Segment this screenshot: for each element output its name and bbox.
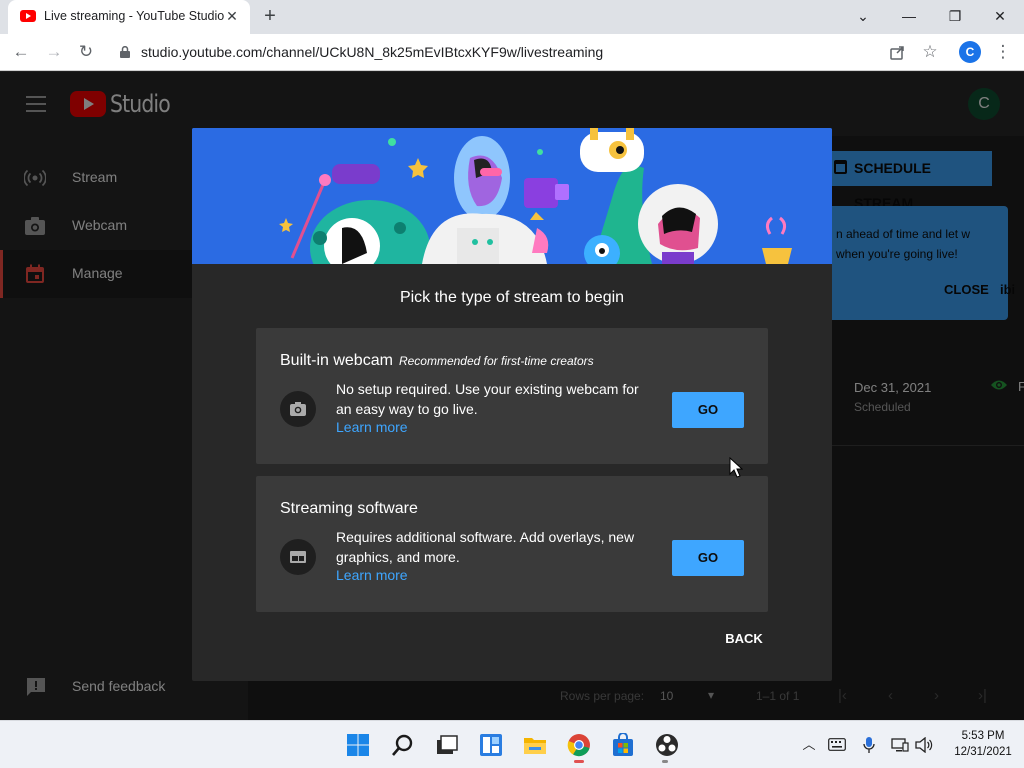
option-title: Built-in webcam Recommended for first-tim… <box>280 352 594 370</box>
option-card-webcam: Built-in webcam Recommended for first-tim… <box>256 328 768 464</box>
camera-icon <box>290 402 306 416</box>
mouse-cursor-icon <box>729 457 743 478</box>
start-icon[interactable] <box>346 733 370 757</box>
option-icon-circle <box>280 539 316 575</box>
obs-icon[interactable] <box>655 733 679 757</box>
tab-close-icon[interactable]: ✕ <box>222 6 242 26</box>
browser-tabstrip: Live streaming - YouTube Studio ✕ + ⌄ — … <box>0 0 1024 34</box>
running-indicator <box>574 760 584 763</box>
back-arrow-icon[interactable]: ← <box>8 39 34 65</box>
go-button-webcam[interactable]: GO <box>672 392 744 428</box>
address-bar[interactable]: studio.youtube.com/channel/UCkU8N_8k25mE… <box>141 44 603 60</box>
back-button[interactable]: BACK <box>712 628 776 650</box>
option-card-software: Streaming software Requires additional s… <box>256 476 768 612</box>
forward-arrow-icon[interactable]: → <box>41 39 67 65</box>
tab-search-icon[interactable]: ⌄ <box>848 4 878 28</box>
keyboard-icon[interactable] <box>828 738 846 751</box>
file-explorer-icon[interactable] <box>523 733 547 757</box>
dialog-banner-illustration <box>192 128 832 264</box>
running-indicator <box>662 760 668 763</box>
option-title: Streaming software <box>280 500 418 518</box>
restore-button[interactable]: ❐ <box>940 4 970 28</box>
tray-overflow-icon[interactable]: ︿ <box>800 737 818 753</box>
option-title-text: Streaming software <box>280 500 418 517</box>
learn-more-link[interactable]: Learn more <box>336 567 408 583</box>
bookmark-star-icon[interactable]: ☆ <box>917 39 943 65</box>
chrome-icon[interactable] <box>567 733 591 757</box>
go-button-software[interactable]: GO <box>672 540 744 576</box>
option-icon-circle <box>280 391 316 427</box>
store-icon[interactable] <box>611 733 635 757</box>
windows-taskbar: ︿ 5:53 PM 12/31/2021 <box>0 720 1024 768</box>
option-description: No setup required. Use your existing web… <box>336 381 639 417</box>
clock-time[interactable]: 5:53 PM <box>948 730 1018 742</box>
youtube-favicon-icon <box>20 10 36 22</box>
lock-icon[interactable] <box>120 46 130 58</box>
tab-title: Live streaming - YouTube Studio <box>44 9 225 23</box>
dialog-title: Pick the type of stream to begin <box>399 289 625 306</box>
new-tab-button[interactable]: + <box>258 5 282 29</box>
learn-more-link[interactable]: Learn more <box>336 419 408 435</box>
reload-icon[interactable]: ↻ <box>73 39 99 65</box>
browser-profile-avatar[interactable]: C <box>959 41 981 63</box>
stream-type-dialog: Pick the type of stream to begin Built-i… <box>192 128 832 681</box>
option-note: Recommended for first-time creators <box>398 354 594 368</box>
minimize-button[interactable]: — <box>894 4 924 28</box>
widgets-icon[interactable] <box>479 733 503 757</box>
microphone-icon[interactable] <box>862 736 876 754</box>
network-icon[interactable] <box>891 737 909 753</box>
browser-menu-icon[interactable]: ⋮ <box>990 39 1016 65</box>
volume-icon[interactable] <box>915 737 933 753</box>
clock-date[interactable]: 12/31/2021 <box>948 746 1018 758</box>
option-title-text: Built-in webcam <box>280 352 393 369</box>
share-icon[interactable] <box>889 44 906 61</box>
software-window-icon <box>290 551 306 563</box>
browser-tab[interactable]: Live streaming - YouTube Studio ✕ <box>8 0 250 34</box>
task-view-icon[interactable] <box>435 733 459 757</box>
close-window-button[interactable]: ✕ <box>985 4 1015 28</box>
option-description: Requires additional software. Add overla… <box>336 529 635 565</box>
browser-toolbar: ← → ↻ studio.youtube.com/channel/UCkU8N_… <box>0 34 1024 71</box>
search-icon[interactable] <box>391 733 415 757</box>
